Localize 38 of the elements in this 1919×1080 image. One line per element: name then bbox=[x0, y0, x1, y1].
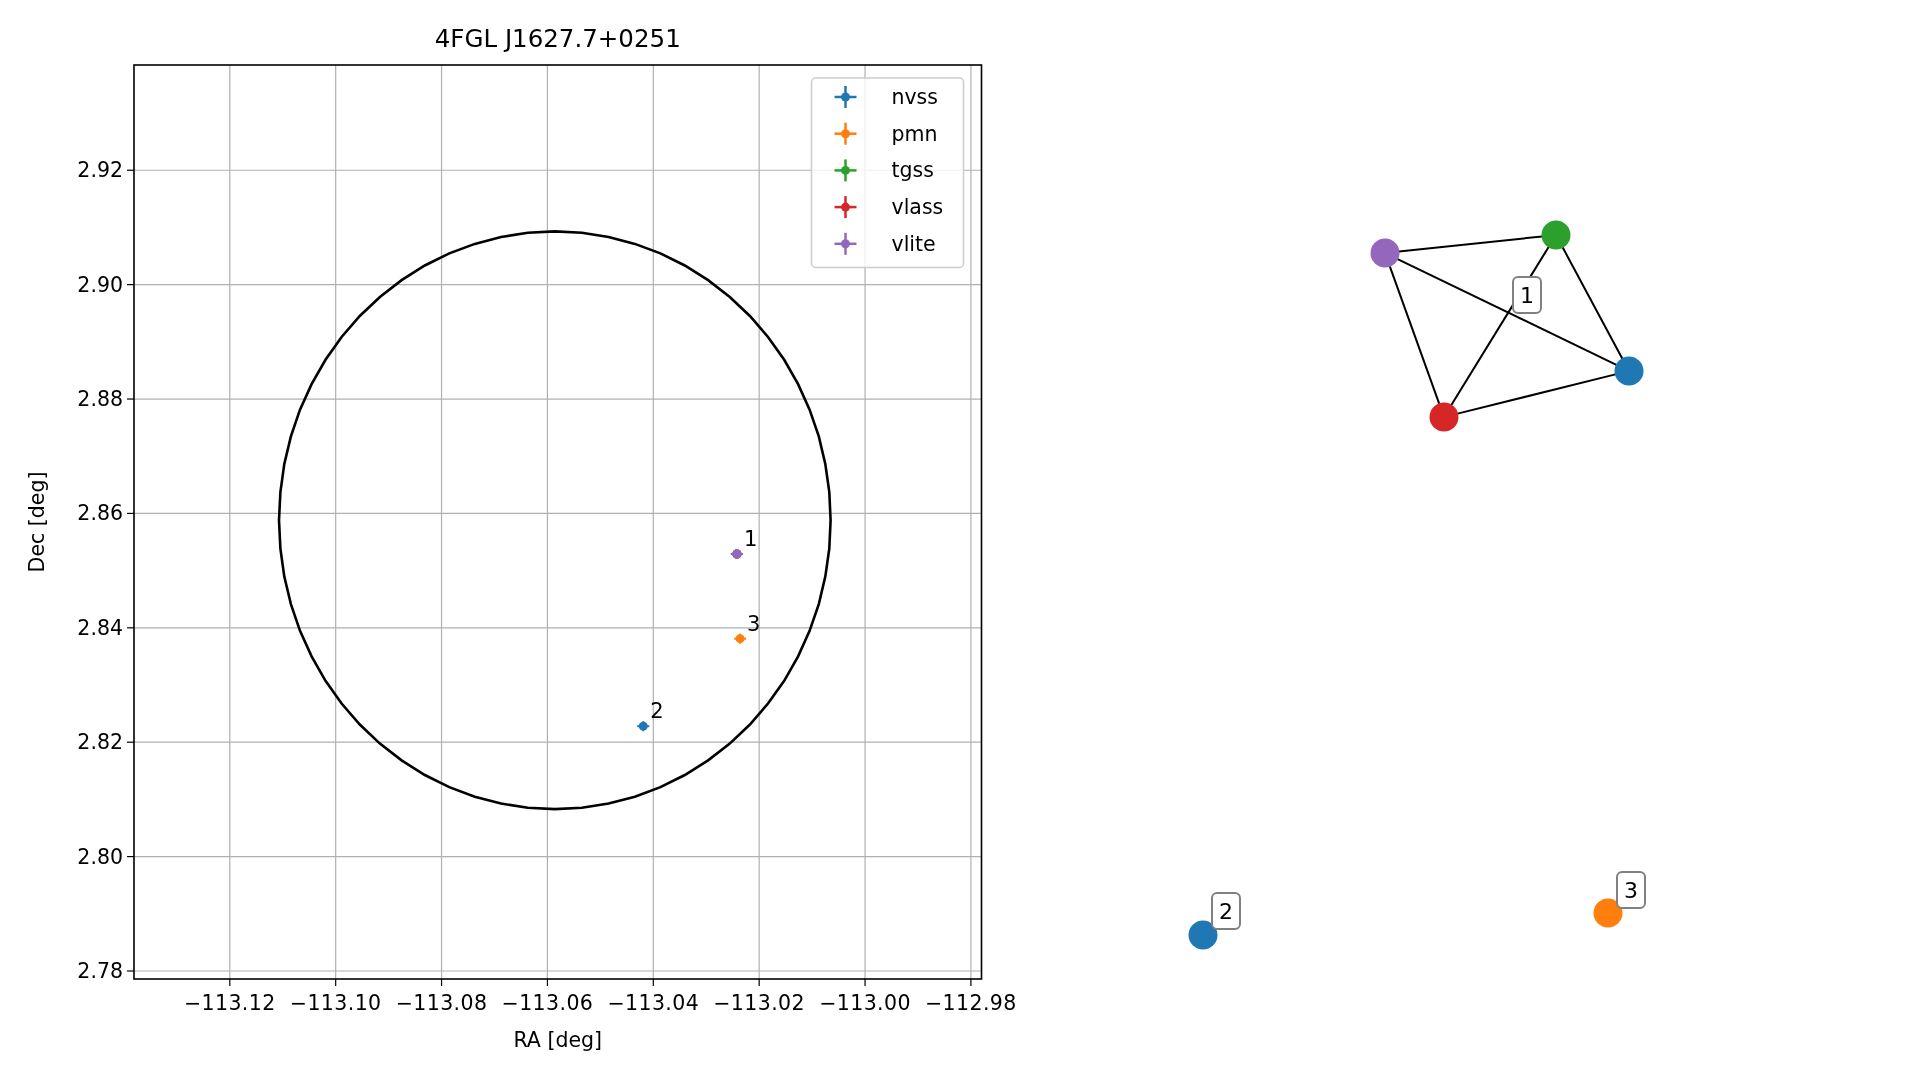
point-label: 2 bbox=[650, 699, 664, 724]
legend-label: vlite bbox=[891, 231, 936, 256]
legend-marker-icon bbox=[834, 159, 857, 182]
legend-marker-icon bbox=[834, 86, 857, 108]
legend-label: tgss bbox=[891, 158, 934, 183]
tick-label: 2.80 bbox=[77, 844, 123, 869]
point-label: 3 bbox=[747, 611, 761, 636]
tick-label: 2.86 bbox=[77, 501, 123, 526]
legend-marker-icon bbox=[834, 122, 857, 145]
tick-label: −113.10 bbox=[289, 991, 382, 1015]
legend-label: pmn bbox=[891, 121, 938, 146]
data-point bbox=[729, 548, 744, 561]
node-label: 2 bbox=[1211, 892, 1241, 930]
legend-label: vlass bbox=[891, 195, 944, 220]
tick-label: −113.04 bbox=[607, 991, 700, 1015]
tick-label: −112.98 bbox=[925, 991, 1017, 1015]
axis-label: RA [deg] bbox=[513, 1028, 603, 1052]
legend-marker-icon bbox=[834, 232, 857, 255]
tick-label: 2.78 bbox=[77, 959, 123, 983]
chart-title: 4FGL J1627.7+0251 bbox=[434, 24, 681, 53]
tick-label: −113.06 bbox=[501, 991, 594, 1015]
tick-label: 2.90 bbox=[77, 272, 123, 297]
tick-label: 2.84 bbox=[77, 615, 123, 640]
tick-label: −113.00 bbox=[819, 991, 911, 1015]
axis-label: Dec [deg] bbox=[25, 471, 49, 573]
point-label: 1 bbox=[743, 527, 758, 552]
node-label: 3 bbox=[1616, 871, 1646, 909]
tick-label: 2.82 bbox=[77, 730, 123, 755]
data-point bbox=[636, 720, 651, 733]
tick-label: −113.02 bbox=[713, 991, 806, 1015]
tick-label: −113.12 bbox=[183, 991, 276, 1015]
legend-marker-icon bbox=[834, 196, 857, 219]
data-point bbox=[733, 632, 748, 645]
legend-label: nvss bbox=[891, 85, 938, 109]
tick-label: 2.88 bbox=[77, 387, 123, 412]
tick-label: 2.92 bbox=[77, 158, 123, 183]
node-label: 1 bbox=[1512, 276, 1542, 314]
tick-label: −113.08 bbox=[395, 991, 488, 1015]
